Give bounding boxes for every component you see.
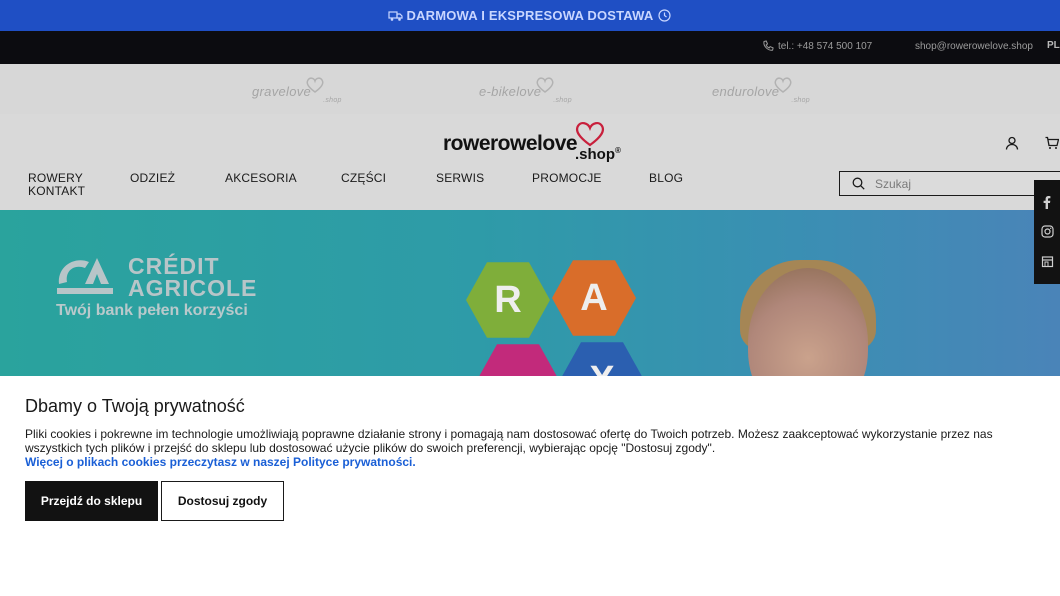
- social-sidebar: [1034, 180, 1060, 284]
- brand-name: gravelove: [252, 84, 312, 99]
- promo-bar: DARMOWA I EKSPRESOWA DOSTAWA: [0, 0, 1060, 31]
- nav-rowery[interactable]: ROWERY: [28, 171, 83, 185]
- phone-contact[interactable]: tel.: +48 574 500 107: [762, 40, 872, 53]
- facebook-icon[interactable]: [1040, 196, 1054, 210]
- contact-bar: tel.: +48 574 500 107 shop@rowerowelove.…: [0, 31, 1060, 64]
- brand-suffix: .shop: [553, 97, 572, 104]
- brand-name: endurolove: [712, 84, 780, 99]
- brand-endurolove[interactable]: endurolove .shop: [712, 77, 818, 104]
- bank-tagline: Twój bank pełen korzyści: [56, 302, 248, 319]
- promo-text: DARMOWA I EKSPRESOWA DOSTAWA: [406, 8, 654, 23]
- nav-kontakt[interactable]: KONTAKT: [28, 184, 85, 198]
- cart-icon[interactable]: [1045, 136, 1060, 150]
- nav-serwis[interactable]: SERWIS: [436, 171, 484, 185]
- logo-text: rowerowelove: [443, 132, 578, 155]
- cookie-consent-panel: Dbamy o Twoją prywatność Pliki cookies i…: [0, 376, 1060, 596]
- hex-letter: A: [552, 260, 636, 336]
- nav-blog[interactable]: BLOG: [649, 171, 683, 185]
- nav-czesci[interactable]: CZĘŚCI: [341, 171, 386, 185]
- hex-letter: X: [560, 342, 644, 376]
- hex-letter: [476, 344, 560, 376]
- site-logo[interactable]: rowerowelove .shop®: [443, 122, 621, 163]
- search-input[interactable]: Szukaj: [839, 171, 1060, 196]
- email-link[interactable]: shop@rowerowelove.shop: [915, 41, 1033, 52]
- brand-gravelove[interactable]: gravelove .shop: [252, 77, 350, 104]
- cookie-text: Pliki cookies i pokrewne im technologie …: [25, 427, 993, 455]
- brand-suffix: .shop: [791, 97, 810, 104]
- phone-icon: [762, 40, 774, 53]
- site-header: rowerowelove .shop® ROWERY KONTAKT ODZIE…: [0, 114, 1060, 210]
- bank-name: CRÉDIT AGRICOLE: [128, 253, 258, 301]
- hero-banner[interactable]: CRÉDIT AGRICOLE Twój bank pełen korzyści…: [0, 210, 1060, 376]
- nav-odziez[interactable]: ODZIEŻ: [130, 171, 175, 185]
- go-to-shop-button[interactable]: Przejdź do sklepu: [25, 481, 158, 521]
- nav-akcesoria[interactable]: AKCESORIA: [225, 171, 297, 185]
- nav-promocje[interactable]: PROMOCJE: [532, 171, 602, 185]
- search-icon[interactable]: [852, 177, 865, 190]
- privacy-policy-link[interactable]: Więcej o plikach cookies przeczytasz w n…: [25, 455, 416, 469]
- search-placeholder: Szukaj: [875, 176, 912, 191]
- brand-switcher: gravelove .shop e-bikelove .shop endurolov…: [0, 64, 1060, 114]
- customize-consent-button[interactable]: Dostosuj zgody: [161, 481, 284, 521]
- logo-suffix: .shop®: [575, 146, 621, 163]
- phone-number: tel.: +48 574 500 107: [778, 41, 873, 52]
- credit-agricole-logo-icon: [57, 258, 113, 294]
- language-selector[interactable]: PL: [1047, 40, 1060, 51]
- hex-letter: R: [466, 262, 550, 338]
- cookie-title: Dbamy o Twoją prywatność: [25, 396, 245, 416]
- truck-icon: [388, 10, 404, 22]
- brand-name: e-bikelove: [479, 84, 542, 99]
- store-icon[interactable]: [1040, 254, 1054, 268]
- user-icon[interactable]: [1005, 136, 1019, 150]
- brand-suffix: .shop: [323, 97, 342, 104]
- brand-e-bikelove[interactable]: e-bikelove .shop: [479, 77, 580, 104]
- instagram-icon[interactable]: [1040, 225, 1054, 239]
- clock-icon: [657, 9, 672, 22]
- heart-icon: [576, 122, 605, 147]
